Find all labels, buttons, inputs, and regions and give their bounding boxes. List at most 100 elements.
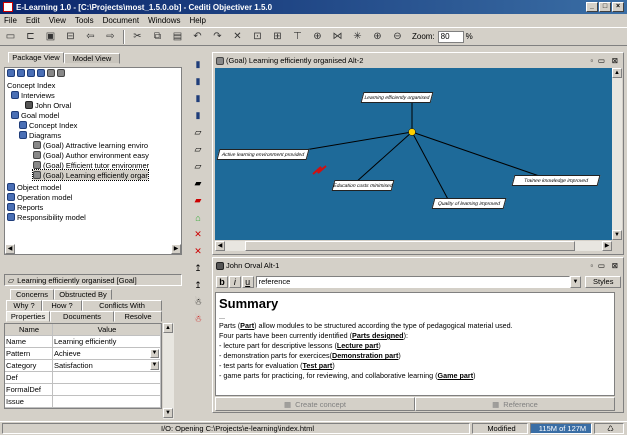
close-icon[interactable]: ⊠: [612, 56, 618, 65]
tab-how[interactable]: How ?: [42, 300, 82, 311]
goal-diagram-canvas[interactable]: Learning efficiently organised Active le…: [215, 68, 615, 240]
scroll-up-button[interactable]: ▲: [163, 323, 173, 333]
chevron-down-icon[interactable]: ▼: [569, 276, 582, 288]
open-folder-icon[interactable]: ⊏: [23, 30, 38, 44]
name-field[interactable]: Learning efficiently: [53, 336, 161, 347]
tree-item-john-orval[interactable]: John Orval: [25, 100, 71, 110]
create-concept-button[interactable]: ▦ Create concept: [215, 397, 415, 411]
diagram-icon[interactable]: ⊞: [270, 30, 285, 44]
menu-edit[interactable]: Edit: [26, 16, 40, 25]
pattern-select[interactable]: Achieve ▼: [53, 348, 161, 359]
tree-tool-icon[interactable]: [37, 69, 45, 77]
tree-item-reports[interactable]: Reports: [7, 202, 43, 212]
select-tool-icon[interactable]: ▮: [191, 58, 205, 71]
def-field[interactable]: [53, 372, 161, 383]
tree-item-goal-concept-index[interactable]: Concept Index: [19, 120, 77, 130]
tab-obstructed-by[interactable]: Obstructed By: [54, 289, 112, 300]
and-refinement-tool-icon[interactable]: ↥: [191, 262, 205, 275]
menu-document[interactable]: Document: [103, 16, 139, 25]
tab-why[interactable]: Why ?: [6, 300, 42, 311]
scroll-up-button[interactable]: ▲: [612, 68, 622, 78]
tree-item-object-model[interactable]: Object model: [7, 182, 61, 192]
italic-button[interactable]: i: [228, 276, 241, 288]
diagram-node-costs[interactable]: Education costs minimised: [331, 180, 395, 191]
tab-conflicts-with[interactable]: Conflicts With: [82, 300, 162, 311]
formaldef-field[interactable]: [53, 384, 161, 395]
styles-button[interactable]: Styles: [585, 276, 622, 288]
reference-field[interactable]: reference: [255, 276, 570, 288]
maximize-icon[interactable]: ▭: [598, 56, 605, 65]
restore-icon[interactable]: ▫: [590, 261, 593, 270]
copy-icon[interactable]: ⧉: [150, 30, 165, 44]
new-file-icon[interactable]: ▭: [3, 30, 18, 44]
diagram-vscrollbar[interactable]: ▲ ▼: [612, 68, 622, 240]
tree-scroll-right-button[interactable]: ▶: [171, 244, 181, 254]
tree-icon[interactable]: ⊤: [290, 30, 305, 44]
reference-button[interactable]: ▦ Reference: [415, 397, 615, 411]
bold-button[interactable]: b: [216, 276, 228, 288]
softgoal-tool-icon[interactable]: ▱: [191, 143, 205, 156]
save-icon[interactable]: ▣: [43, 30, 58, 44]
layout-icon[interactable]: ⊕: [310, 30, 325, 44]
tree-tool-icon[interactable]: [57, 69, 65, 77]
minimize-button[interactable]: _: [586, 2, 598, 12]
restore-icon[interactable]: ▫: [590, 56, 593, 65]
responsibility-tool-icon[interactable]: ☃: [191, 313, 205, 326]
pointer-tool-icon[interactable]: ▮: [191, 75, 205, 88]
cut-icon[interactable]: ✂: [130, 30, 145, 44]
print-icon[interactable]: ⊟: [63, 30, 78, 44]
tree-item-diagram-learning[interactable]: (Goal) Learning efficiently orgar: [32, 169, 149, 181]
tree-item-operation-model[interactable]: Operation model: [7, 192, 72, 202]
diagram-node-quality[interactable]: Quality of learning improved: [431, 198, 507, 209]
tree-item-diagrams[interactable]: Diagrams: [19, 130, 61, 140]
scroll-left-button[interactable]: ◀: [215, 241, 225, 251]
concept-link[interactable]: Parts designed: [352, 331, 404, 340]
chevron-down-icon[interactable]: ▼: [150, 349, 159, 358]
tree-item-interviews[interactable]: Interviews: [11, 90, 55, 100]
maximize-button[interactable]: □: [599, 2, 611, 12]
tree-item-goal-model[interactable]: Goal model: [11, 110, 59, 120]
menu-help[interactable]: Help: [190, 16, 206, 25]
diagram-node-root[interactable]: Learning efficiently organised: [360, 92, 434, 103]
or-refinement-tool-icon[interactable]: ↥: [191, 279, 205, 292]
zoom-out-icon[interactable]: ⊖: [390, 30, 405, 44]
forward-arrow-icon[interactable]: ⇨: [103, 30, 118, 44]
scroll-down-button[interactable]: ▼: [163, 408, 173, 418]
tree-tool-icon[interactable]: [27, 69, 35, 77]
conflict-tool-icon[interactable]: ✕: [191, 245, 205, 258]
goal-tool-icon[interactable]: ▱: [191, 126, 205, 139]
tree-tool-icon[interactable]: [47, 69, 55, 77]
tree-item-diagram-author[interactable]: (Goal) Author environment easy: [33, 150, 149, 160]
requirement-tool-icon[interactable]: ▱: [191, 160, 205, 173]
list-tool-icon[interactable]: ▮: [191, 92, 205, 105]
back-arrow-icon[interactable]: ⇦: [83, 30, 98, 44]
tree-tool-icon[interactable]: [17, 69, 25, 77]
chevron-down-icon[interactable]: ▼: [150, 361, 159, 370]
tree-scroll-left-button[interactable]: ◀: [5, 244, 15, 254]
tree-tool-icon[interactable]: [7, 69, 15, 77]
paste-icon[interactable]: ▤: [170, 30, 185, 44]
menu-windows[interactable]: Windows: [148, 16, 180, 25]
agent-tool-icon[interactable]: ☃: [191, 296, 205, 309]
scroll-down-button[interactable]: ▼: [612, 230, 622, 240]
tree-item-concept-index[interactable]: Concept Index: [7, 80, 55, 90]
spark-icon[interactable]: ✳: [350, 30, 365, 44]
tree-item-responsibility-model[interactable]: Responsibility model: [7, 212, 86, 222]
diagram-node-trainee[interactable]: Trainee knowledge improved: [511, 175, 601, 186]
diagram-node-active[interactable]: Active learning environment provided: [216, 149, 310, 160]
props-scrollbar[interactable]: ▲ ▼: [163, 323, 174, 419]
zoom-in-icon[interactable]: ⊕: [370, 30, 385, 44]
maximize-icon[interactable]: ▭: [598, 261, 605, 270]
expectation-tool-icon[interactable]: ▰: [191, 177, 205, 190]
tab-model-view[interactable]: Model View: [64, 53, 120, 64]
interview-text-editor[interactable]: Summary ... Parts (Part) allow modules t…: [215, 292, 615, 396]
close-button[interactable]: ×: [612, 2, 624, 12]
tab-properties[interactable]: Properties: [6, 311, 50, 322]
domain-property-tool-icon[interactable]: ⌂: [191, 211, 205, 224]
obstacle-tool-icon[interactable]: ▰: [191, 194, 205, 207]
align-icon[interactable]: ⋈: [330, 30, 345, 44]
zoom-input[interactable]: 80: [437, 30, 464, 43]
diagram-hscrollbar[interactable]: ◀ ▶: [215, 241, 612, 251]
menu-view[interactable]: View: [49, 16, 66, 25]
scroll-thumb[interactable]: [245, 241, 575, 251]
